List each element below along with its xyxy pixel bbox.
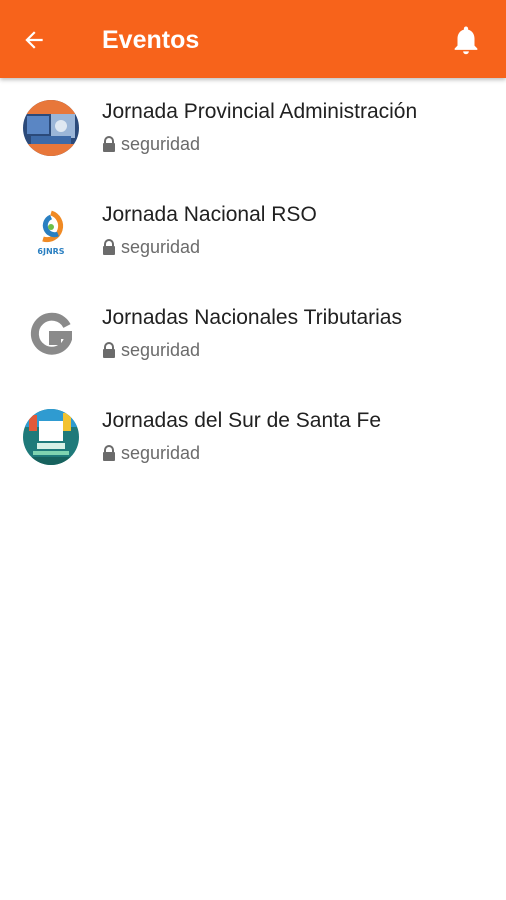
event-category: seguridad [121, 340, 201, 360]
event-category: seguridad [121, 134, 201, 154]
app-bar: Eventos [0, 0, 506, 78]
event-title: Jornada Nacional RSO [102, 203, 317, 226]
events-list: Jornada Provincial Administración seguri… [0, 80, 506, 492]
event-title: Jornadas Nacionales Tributarias [102, 306, 402, 329]
list-item[interactable]: Jornadas Nacionales Tributarias segurida… [0, 286, 506, 389]
list-item[interactable]: Jornadas del Sur de Santa Fe seguridad [0, 389, 506, 492]
event-category: seguridad [121, 237, 201, 257]
bell-icon [454, 26, 478, 55]
arrow-left-icon [25, 31, 43, 49]
rso-logo-text: 6JNRS [37, 247, 64, 256]
lock-icon [103, 342, 115, 358]
lock-icon [103, 136, 115, 152]
list-item[interactable]: Jornada Provincial Administración seguri… [0, 80, 506, 183]
event-avatar [23, 100, 79, 156]
event-avatar [23, 409, 79, 465]
list-item[interactable]: 6JNRS Jornada Nacional RSO seguridad [0, 183, 506, 286]
event-avatar: 6JNRS [23, 203, 79, 259]
event-subtitle: seguridad [102, 339, 200, 361]
page-title: Eventos [102, 26, 200, 54]
lock-icon [103, 239, 115, 255]
event-title: Jornada Provincial Administración [102, 100, 418, 123]
notifications-button[interactable] [448, 22, 484, 58]
event-avatar [23, 306, 79, 362]
event-subtitle: seguridad [102, 442, 200, 464]
event-category: seguridad [121, 443, 201, 463]
back-button[interactable] [18, 24, 50, 56]
lock-icon [103, 445, 115, 461]
event-title: Jornadas del Sur de Santa Fe [102, 409, 382, 432]
event-subtitle: seguridad [102, 236, 200, 258]
event-subtitle: seguridad [102, 133, 200, 155]
